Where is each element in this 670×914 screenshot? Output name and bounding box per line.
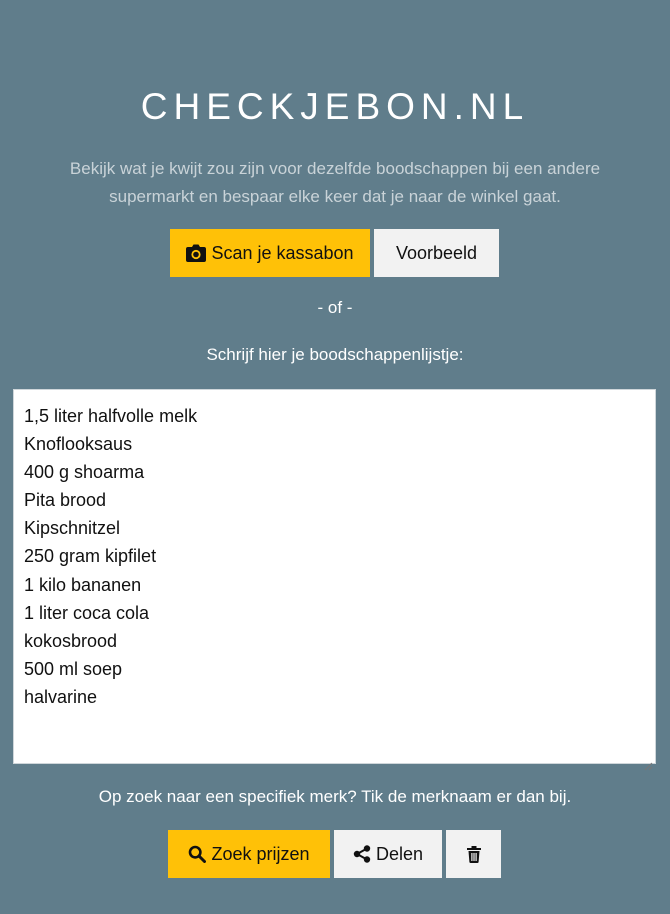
shopping-list-line: 500 ml soep	[24, 658, 123, 679]
share-label: Delen	[375, 843, 424, 864]
share-icon	[353, 845, 371, 863]
shopping-list-line: Pita brood	[24, 490, 107, 511]
shopping-list-line: 1 liter coca cola	[24, 602, 150, 623]
shopping-list-label: Schrijf hier je boodschappenlijstje:	[206, 345, 464, 364]
site-subtitle: Bekijk wat je kwijt zou zijn voor dezelf…	[69, 159, 601, 206]
shopping-list-line: 1,5 liter halfvolle melk	[24, 406, 198, 426]
camera-icon	[186, 244, 207, 262]
trash-icon	[466, 845, 481, 863]
or-separator: - of -	[317, 298, 353, 317]
search-prices-button[interactable]: Zoek prijzen	[168, 830, 330, 878]
resize-handle-icon[interactable]	[643, 751, 653, 771]
example-button[interactable]: Voorbeeld	[374, 229, 499, 277]
shopping-list-content: 1,5 liter halfvolle melk Knoflooksaus 400 …	[24, 402, 645, 711]
shopping-list-line: halvarine	[24, 686, 98, 707]
shopping-list-line: Knoflooksaus	[24, 434, 133, 455]
scan-receipt-button[interactable]: Scan je kassabon	[170, 229, 370, 277]
share-button[interactable]: Delen	[334, 830, 442, 878]
shopping-list-textarea[interactable]: 1,5 liter halfvolle melk Knoflooksaus 400 …	[13, 389, 656, 771]
search-icon	[188, 845, 207, 863]
clear-list-button[interactable]	[446, 830, 501, 878]
brand-hint-text: Op zoek naar een specifiek merk? Tik de …	[98, 787, 572, 806]
shopping-list-line: Kipschnitzel	[24, 518, 121, 539]
shopping-list-line: 400 g shoarma	[24, 462, 145, 483]
site-title: CHECKJEBON.NL	[140, 86, 530, 127]
search-prices-label: Zoek prijzen	[211, 843, 310, 864]
scan-receipt-label: Scan je kassabon	[211, 242, 354, 263]
shopping-list-line: kokosbrood	[24, 630, 118, 651]
shopping-list-line: 250 gram kipfilet	[24, 546, 157, 567]
shopping-list-line: 1 kilo bananen	[24, 574, 142, 595]
